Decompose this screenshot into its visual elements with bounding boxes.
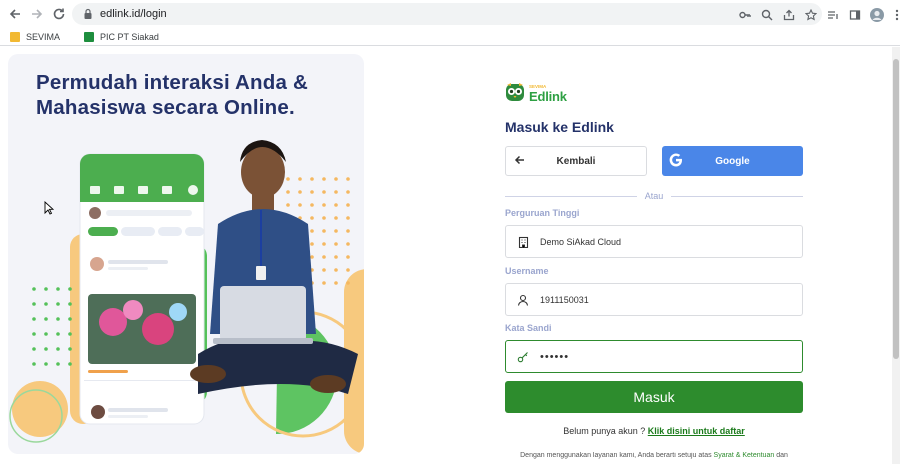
reading-list-icon[interactable] — [822, 4, 844, 26]
browser-toolbar: edlink.id/login — [0, 0, 900, 28]
forward-arrow-icon[interactable] — [26, 3, 48, 25]
edlink-logo: SEVIMA Edlink — [505, 82, 567, 104]
owl-logo-icon — [506, 83, 524, 101]
profile-avatar-icon[interactable] — [866, 4, 888, 26]
back-button[interactable]: Kembali — [505, 146, 647, 176]
address-bar[interactable]: edlink.id/login — [72, 3, 822, 25]
page-scrollbar[interactable] — [892, 47, 900, 464]
side-panel-icon[interactable] — [844, 4, 866, 26]
phone-mockup — [79, 153, 205, 425]
or-divider: Atau — [505, 189, 804, 203]
deco-green-dots — [32, 287, 72, 366]
back-arrow-icon[interactable] — [4, 3, 26, 25]
username-label: Username — [505, 266, 549, 276]
password-field[interactable]: •••••• — [505, 340, 803, 373]
mouse-cursor-icon — [44, 200, 55, 220]
key-icon — [506, 351, 540, 363]
menu-kebab-icon[interactable] — [886, 4, 900, 26]
username-field[interactable]: 1911150031 — [505, 283, 803, 316]
deco-orange-dot — [12, 381, 68, 437]
terms-link[interactable]: Syarat & Ketentuan — [714, 452, 775, 459]
hero-panel: Permudah interaksi Anda & Mahasiswa seca… — [8, 54, 364, 454]
reload-icon[interactable] — [48, 3, 70, 25]
bookmark-pic-pt-siakad[interactable]: PIC PT Siakad — [84, 31, 159, 42]
sheets-icon — [84, 31, 95, 42]
person-illustration — [190, 140, 358, 394]
arrow-left-icon — [514, 154, 526, 169]
institution-field[interactable]: Demo SiAkad Cloud — [505, 225, 803, 258]
google-g-icon — [668, 152, 684, 171]
username-value: 1911150031 — [540, 294, 589, 305]
scrollbar-thumb[interactable] — [893, 59, 899, 359]
institution-label: Perguruan Tinggi — [505, 208, 580, 218]
bookmark-star-icon[interactable] — [800, 4, 822, 26]
submit-button[interactable]: Masuk — [505, 381, 803, 413]
divider-text: Atau — [644, 191, 664, 201]
key-icon[interactable] — [734, 4, 756, 26]
lock-icon — [84, 8, 92, 19]
google-login-button[interactable]: Google — [662, 146, 803, 176]
signup-link[interactable]: Klik disini untuk daftar — [648, 426, 745, 436]
bookmark-sevima[interactable]: SEVIMA — [10, 31, 60, 42]
url-text: edlink.id/login — [100, 8, 167, 20]
back-button-label: Kembali — [556, 155, 596, 167]
bookmarks-bar: SEVIMA PIC PT Siakad — [0, 28, 900, 46]
user-icon — [506, 294, 540, 306]
password-value: •••••• — [540, 350, 570, 363]
institution-value: Demo SiAkad Cloud — [540, 236, 622, 247]
hero-illustration — [9, 140, 364, 454]
terms-notice: Dengan menggunakan layanan kami, Anda be… — [520, 452, 788, 459]
signup-prompt: Belum punya akun ? Klik disini untuk daf… — [563, 426, 745, 436]
building-icon — [506, 236, 540, 248]
folder-icon — [10, 31, 20, 42]
login-page: Permudah interaksi Anda & Mahasiswa seca… — [0, 47, 900, 464]
zoom-icon[interactable] — [756, 4, 778, 26]
share-icon[interactable] — [778, 4, 800, 26]
password-label: Kata Sandi — [505, 323, 552, 333]
logo-text: Edlink — [529, 89, 567, 104]
login-title: Masuk ke Edlink — [505, 119, 614, 135]
